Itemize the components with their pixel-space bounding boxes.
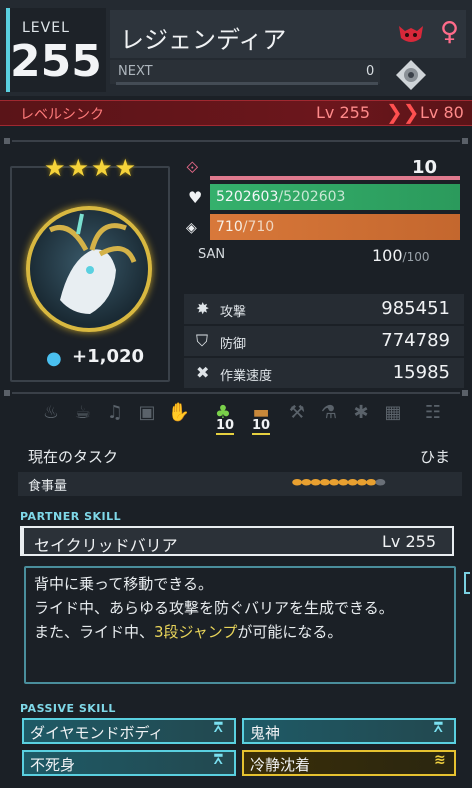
divider-dot	[4, 390, 10, 396]
level-label: LEVEL	[22, 20, 70, 36]
condenser-icon[interactable]	[394, 58, 428, 92]
partner-skill-level: Lv 255	[382, 532, 437, 551]
current-task-value: ひま	[420, 448, 451, 466]
rank-gold-icon: ≋	[434, 752, 446, 768]
passive-skill-name: 鬼神	[250, 724, 281, 742]
divider	[12, 140, 460, 142]
food-amount-icons: ⬬⬬⬬⬬⬬⬬⬬⬬⬬⬬	[292, 475, 386, 490]
hammer-icon: ✖	[196, 363, 210, 382]
rank-3-icon: ⩞	[214, 720, 223, 736]
mining-icon[interactable]: ⚒	[284, 402, 310, 428]
rank-3-icon: ⩞	[434, 720, 443, 736]
gathering-level: 10	[216, 418, 235, 435]
hp-text: 5202603/5202603	[216, 189, 345, 205]
trust-icon: ⟐	[186, 158, 199, 177]
hp-current: 5202603	[216, 189, 279, 205]
work-suitability-row: ♨ ☕ ♫ ▣ ✋ ♣ 10 ▬ 10 ⚒ ⚗ ✱ ▦ ☷	[20, 402, 460, 438]
soul-icon: ●	[46, 348, 62, 369]
level-value: 255	[10, 36, 102, 87]
trust-value: 10	[412, 157, 438, 178]
passive-skill-name: 不死身	[30, 756, 76, 774]
passive-skill-title: PASSIVE SKILL	[20, 702, 116, 715]
transporting-icon[interactable]: ▦	[380, 402, 406, 428]
pal-portrait	[26, 206, 152, 332]
food-icon: ◈	[186, 220, 197, 236]
rank-3-icon: ⩞	[214, 752, 223, 768]
handiwork-icon[interactable]: ✋	[166, 402, 192, 428]
bread-icon: ⬬⬬⬬⬬⬬⬬⬬⬬⬬	[292, 475, 376, 489]
pal-name[interactable]: レジェンディア	[120, 20, 286, 55]
divider-dot	[462, 390, 468, 396]
hp-max: /5202603	[278, 189, 346, 205]
kindling-icon[interactable]: ♨	[38, 402, 64, 428]
satiety-max: /710	[242, 219, 275, 235]
current-task-label: 現在のタスク	[28, 448, 119, 466]
heart-icon: ♥	[188, 188, 203, 207]
defense-label: 防御	[220, 337, 247, 352]
attack-value: 985451	[381, 298, 450, 319]
description-line: また、ライド中、3段ジャンプが可能になる。	[34, 620, 394, 644]
description-line: 背中に乗って移動できる。	[34, 575, 213, 593]
farming-icon[interactable]: ☷	[420, 402, 446, 428]
partner-skill-description: 背中に乗って移動できる。 ライド中、あらゆる攻撃を防ぐバリアを生成できる。 また…	[34, 572, 394, 644]
food-amount-label: 食事量	[28, 479, 68, 494]
watering-icon[interactable]: ☕	[70, 402, 96, 428]
work-speed-value: 15985	[392, 362, 450, 383]
description-text: が可能になる。	[237, 623, 343, 641]
soul-boost-value: +1,020	[72, 346, 145, 367]
highlight-text: 3段ジャンプ	[154, 623, 238, 641]
partner-skill-title: PARTNER SKILL	[20, 510, 122, 523]
female-icon: ♀	[440, 17, 460, 47]
san-value: 100/100	[372, 246, 430, 265]
divider-dot	[462, 138, 468, 144]
satiety-current: 710	[216, 219, 243, 235]
lumbering-level: 10	[252, 418, 271, 435]
next-label: NEXT	[118, 64, 153, 79]
level-sync-label: レベルシンク	[20, 107, 104, 123]
pal-portrait-image	[48, 213, 137, 314]
medicine-icon[interactable]: ⚗	[316, 402, 342, 428]
exp-bar	[116, 82, 378, 85]
food-amount-row	[18, 472, 462, 496]
scroll-indicator[interactable]	[464, 572, 470, 594]
attack-icon: ✸	[196, 299, 210, 318]
level-sync-to: Lv 80	[420, 103, 464, 122]
divider	[12, 392, 460, 394]
rank-stars: ★★★★	[44, 154, 139, 182]
level-sync-from: Lv 255	[316, 103, 371, 122]
passive-skill-name: 冷静沈着	[250, 756, 311, 774]
attack-label: 攻撃	[220, 305, 247, 320]
bread-icon-empty: ⬬	[375, 475, 385, 489]
defense-value: 774789	[381, 330, 450, 351]
cooling-icon[interactable]: ✱	[348, 402, 374, 428]
description-text: また、ライド中、	[34, 623, 155, 641]
san-max: /100	[402, 250, 430, 264]
dark-element-icon	[399, 26, 423, 42]
divider-dot	[4, 138, 10, 144]
seeding-icon[interactable]: ♫	[102, 402, 128, 428]
san-current: 100	[372, 246, 403, 265]
shield-icon: ⛉	[196, 331, 209, 350]
trust-bar	[210, 176, 460, 180]
san-label: SAN	[198, 247, 226, 262]
passive-skill-name: ダイヤモンドボディ	[30, 724, 164, 742]
electricity-icon[interactable]: ▣	[134, 402, 160, 428]
work-speed-label: 作業速度	[220, 369, 273, 384]
description-line: ライド中、あらゆる攻撃を防ぐバリアを生成できる。	[34, 599, 394, 617]
double-chevron-icon: ❯❯	[386, 100, 420, 124]
satiety-text: 710/710	[216, 219, 274, 235]
partner-skill-name: セイクリッドバリア	[34, 536, 178, 555]
next-value: 0	[366, 64, 375, 79]
